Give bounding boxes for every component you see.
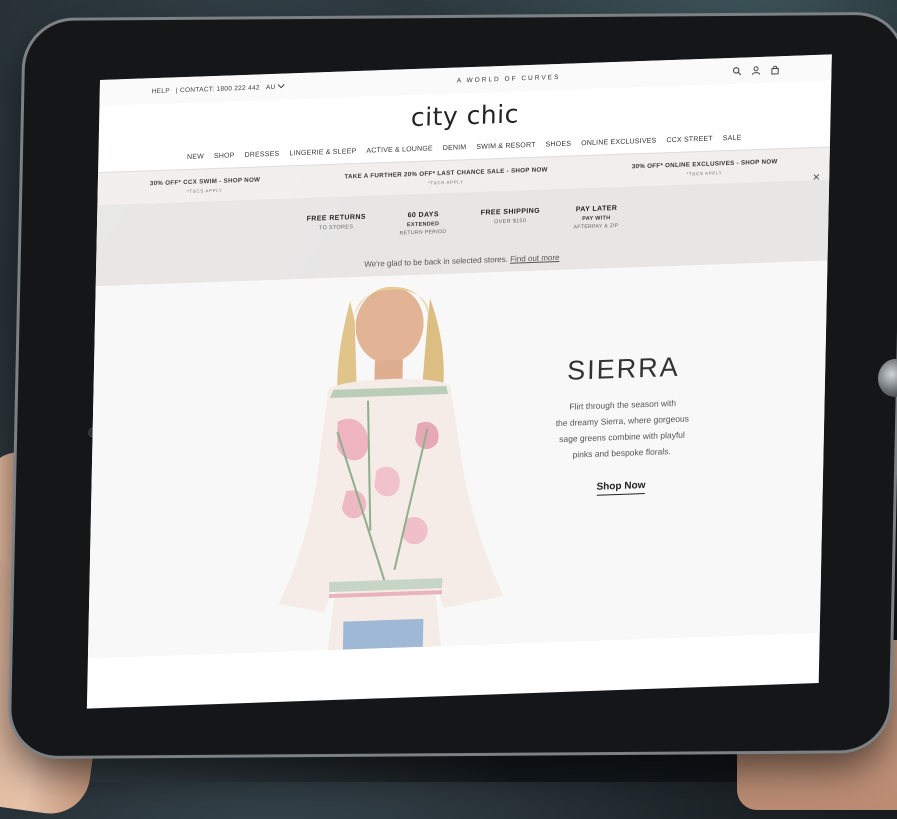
header-icons [732, 65, 779, 76]
hero-title: SIERRA [566, 351, 681, 386]
account-icon[interactable] [751, 65, 761, 75]
find-out-more-link[interactable]: Find out more [510, 253, 560, 264]
hero-banner: SIERRA Flirt through the season with the… [87, 260, 828, 659]
nav-item-sale[interactable]: SALE [723, 135, 742, 143]
usp-line-2: AFTERPAY & ZIP [573, 222, 619, 231]
search-icon[interactable] [732, 66, 742, 75]
usp-title: FREE RETURNS [306, 213, 366, 223]
nav-item-new[interactable]: NEW [187, 153, 204, 161]
usp-title: FREE SHIPPING [480, 207, 541, 217]
promo-item[interactable]: 30% OFF* ONLINE EXCLUSIVES - SHOP NOW *T… [632, 158, 778, 178]
nav-item-online-exclusives[interactable]: ONLINE EXCLUSIVES [581, 138, 657, 148]
nav-item-swim-resort[interactable]: SWIM & RESORT [476, 142, 535, 151]
promo-item[interactable]: 30% OFF* CCX SWIM - SHOP NOW *T&CS APPLY [150, 176, 261, 195]
usp-line: OVER $150 [494, 218, 527, 226]
usp-60-days: 60 DAYS EXTENDED RETURN PERIOD [399, 211, 447, 237]
usp-line: TO STORES [318, 224, 354, 232]
usp-title: PAY LATER [575, 204, 618, 214]
region-selector[interactable]: AU [266, 83, 285, 91]
usp-line-2: RETURN PERIOD [399, 228, 447, 237]
promo-text: 30% OFF* CCX SWIM - SHOP NOW [149, 176, 261, 188]
usp-line: EXTENDED [406, 221, 440, 229]
tagline: A WORLD OF CURVES [456, 73, 561, 85]
nav-item-active-lounge[interactable]: ACTIVE & LOUNGE [366, 145, 433, 154]
nav-item-dresses[interactable]: DRESSES [244, 151, 279, 159]
nav-item-lingerie-sleep[interactable]: LINGERIE & SLEEP [289, 148, 356, 157]
close-icon[interactable] [813, 174, 820, 180]
shop-now-button[interactable]: Shop Now [596, 480, 646, 496]
chevron-down-icon [277, 83, 285, 88]
nav-item-denim[interactable]: DENIM [443, 144, 467, 152]
utility-left: HELP | CONTACT: 1800 222 442 AU [152, 83, 285, 95]
nav-item-ccx-street[interactable]: CCX STREET [666, 136, 712, 145]
usp-free-returns: FREE RETURNS TO STORES [306, 214, 366, 240]
usp-line: PAY WITH [582, 215, 611, 223]
region-label: AU [265, 83, 276, 91]
nav-item-shoes[interactable]: SHOES [546, 141, 572, 149]
usp-row: FREE RETURNS TO STORES 60 DAYS EXTENDED … [97, 198, 829, 248]
usp-title: 60 DAYS [407, 211, 440, 220]
bag-icon[interactable] [770, 65, 779, 75]
usp-pay-later: PAY LATER PAY WITH AFTERPAY & ZIP [574, 205, 620, 231]
contact-text: | CONTACT: 1800 222 442 [175, 83, 260, 94]
model-photo [278, 286, 504, 651]
usp-free-shipping: FREE SHIPPING OVER $150 [480, 208, 540, 234]
promo-terms: *T&CS APPLY [686, 170, 723, 177]
hero-description: Flirt through the season with the dreamy… [522, 393, 723, 464]
promo-terms: *T&CS APPLY [187, 187, 223, 194]
notice-text: We're glad to be back in selected stores… [364, 254, 508, 269]
home-button[interactable] [877, 358, 897, 398]
website-screen: HELP | CONTACT: 1800 222 442 AU A WORLD … [86, 54, 832, 709]
promo-item[interactable]: TAKE A FURTHER 20% OFF* LAST CHANCE SALE… [344, 166, 547, 188]
hero-copy: SIERRA Flirt through the season with the… [521, 350, 724, 498]
help-link[interactable]: HELP [152, 87, 170, 95]
nav-item-shop[interactable]: SHOP [214, 152, 235, 160]
